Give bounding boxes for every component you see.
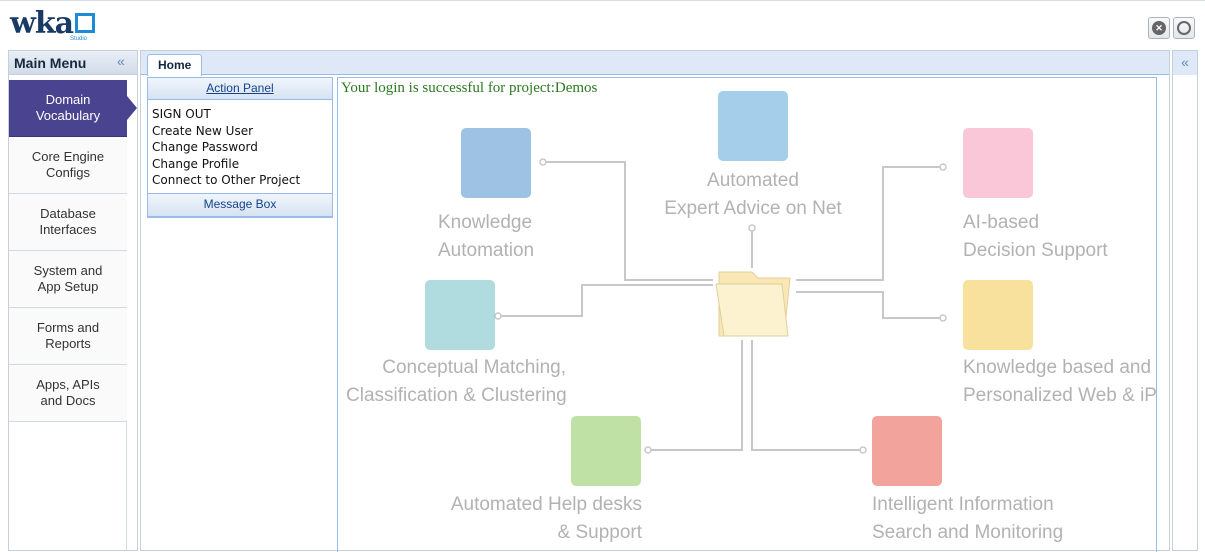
sidebar-item-label: System and App Setup	[33, 263, 103, 294]
knowledge-web-icon	[963, 280, 1033, 350]
action-panel-header[interactable]: Action Panel	[148, 78, 332, 100]
sidebar-item-label: Database Interfaces	[39, 206, 97, 237]
collapse-left-icon[interactable]: «	[117, 53, 125, 69]
sidebar-item-database-interfaces[interactable]: Database Interfaces	[9, 194, 127, 251]
node-label-line: & Support	[557, 522, 643, 543]
right-panel: «	[1172, 50, 1198, 551]
main-menu-panel: Main Menu « Domain Vocabulary Core Engine…	[8, 50, 138, 551]
knowledge-automation-icon	[461, 128, 531, 198]
node-label-line: Search and Monitoring	[872, 522, 1064, 543]
node-label-line: Automated	[707, 170, 799, 191]
login-status-message: Your login is successful for project:Dem…	[341, 80, 598, 96]
node-label-line: AI-based	[963, 212, 1040, 233]
ai-decision-label: AI-based Decision Support	[963, 209, 1108, 265]
node-label-line: Expert Advice on Net	[664, 198, 842, 219]
sidebar-item-label: Apps, APIs and Docs	[36, 377, 100, 408]
sidebar-item-domain-vocabulary[interactable]: Domain Vocabulary	[9, 80, 137, 137]
action-links: SIGN OUT Create New User Change Password…	[148, 100, 332, 193]
node-label-line: Conceptual Matching,	[382, 357, 566, 378]
sidebar-item-system-and-app-setup[interactable]: System and App Setup	[9, 251, 127, 308]
main-panel: Home Action Panel SIGN OUT Create New Us…	[140, 50, 1170, 552]
main-menu-header: Main Menu «	[9, 51, 137, 75]
logo-square-icon	[75, 13, 96, 33]
node-label-line: Automated Help desks	[450, 494, 642, 515]
expand-right-icon[interactable]: «	[1173, 51, 1197, 75]
information-search-label: Intelligent Information Search and Monit…	[872, 491, 1063, 547]
help-desk-icon	[571, 416, 641, 486]
connect-other-project-link[interactable]: Connect to Other Project	[152, 172, 328, 189]
close-button[interactable]: ✕	[1148, 17, 1170, 39]
sidebar-item-label: Domain Vocabulary	[35, 92, 101, 123]
logo-subtitle: Studio	[70, 36, 88, 42]
knowledge-automation-label: Knowledge Automation	[438, 209, 534, 265]
node-label-line: Knowledge based and	[963, 357, 1152, 378]
message-box-header[interactable]: Message Box	[148, 192, 332, 217]
change-profile-link[interactable]: Change Profile	[152, 156, 328, 173]
change-password-link[interactable]: Change Password	[152, 139, 328, 156]
close-circle-icon: ✕	[1152, 21, 1166, 35]
knowledge-web-label: Knowledge based and Personalized Web & i…	[963, 354, 1157, 410]
node-label-line: Intelligent Information	[872, 494, 1054, 515]
conceptual-matching-icon	[425, 280, 495, 350]
sign-out-link[interactable]: SIGN OUT	[152, 106, 328, 123]
node-label-line: Automation	[438, 240, 535, 261]
sidebar-item-forms-and-reports[interactable]: Forms and Reports	[9, 308, 127, 365]
tab-home[interactable]: Home	[147, 54, 203, 76]
node-label-line: Decision Support	[963, 240, 1108, 261]
expert-advice-label: Automated Expert Advice on Net	[663, 167, 843, 223]
app-logo: wka Studio	[10, 6, 96, 43]
sidebar-item-apps-apis-and-docs[interactable]: Apps, APIs and Docs	[9, 365, 127, 422]
information-search-icon	[872, 416, 942, 486]
folder-icon	[715, 271, 791, 337]
node-label-line: Personalized Web & iP	[963, 385, 1157, 406]
main-menu-list: Domain Vocabulary Core Engine Configs Data…	[9, 80, 137, 550]
refresh-button[interactable]	[1173, 17, 1195, 39]
node-label-line: Knowledge	[438, 212, 533, 233]
tab-strip: Home	[141, 51, 1169, 76]
action-panel: Action Panel SIGN OUT Create New User Ch…	[147, 77, 333, 218]
sidebar-item-label: Forms and Reports	[36, 320, 100, 351]
conceptual-matching-label: Conceptual Matching, Classification & Cl…	[346, 354, 567, 410]
home-content: Your login is successful for project:Dem…	[337, 77, 1157, 552]
sidebar-item-core-engine-configs[interactable]: Core Engine Configs	[9, 137, 127, 194]
help-desk-label: Automated Help desks & Support	[418, 491, 642, 547]
top-bar: wka Studio ✕	[0, 0, 1205, 48]
logo-text: wka	[10, 6, 74, 41]
node-label-line: Classification & Clustering	[346, 385, 567, 406]
refresh-icon	[1177, 21, 1191, 35]
ai-decision-icon	[963, 128, 1033, 198]
main-menu-title: Main Menu	[14, 54, 87, 71]
sidebar-item-label: Core Engine Configs	[31, 149, 105, 180]
action-panel-title[interactable]: Action Panel	[206, 81, 273, 95]
expert-advice-icon	[718, 91, 788, 161]
create-new-user-link[interactable]: Create New User	[152, 123, 328, 140]
